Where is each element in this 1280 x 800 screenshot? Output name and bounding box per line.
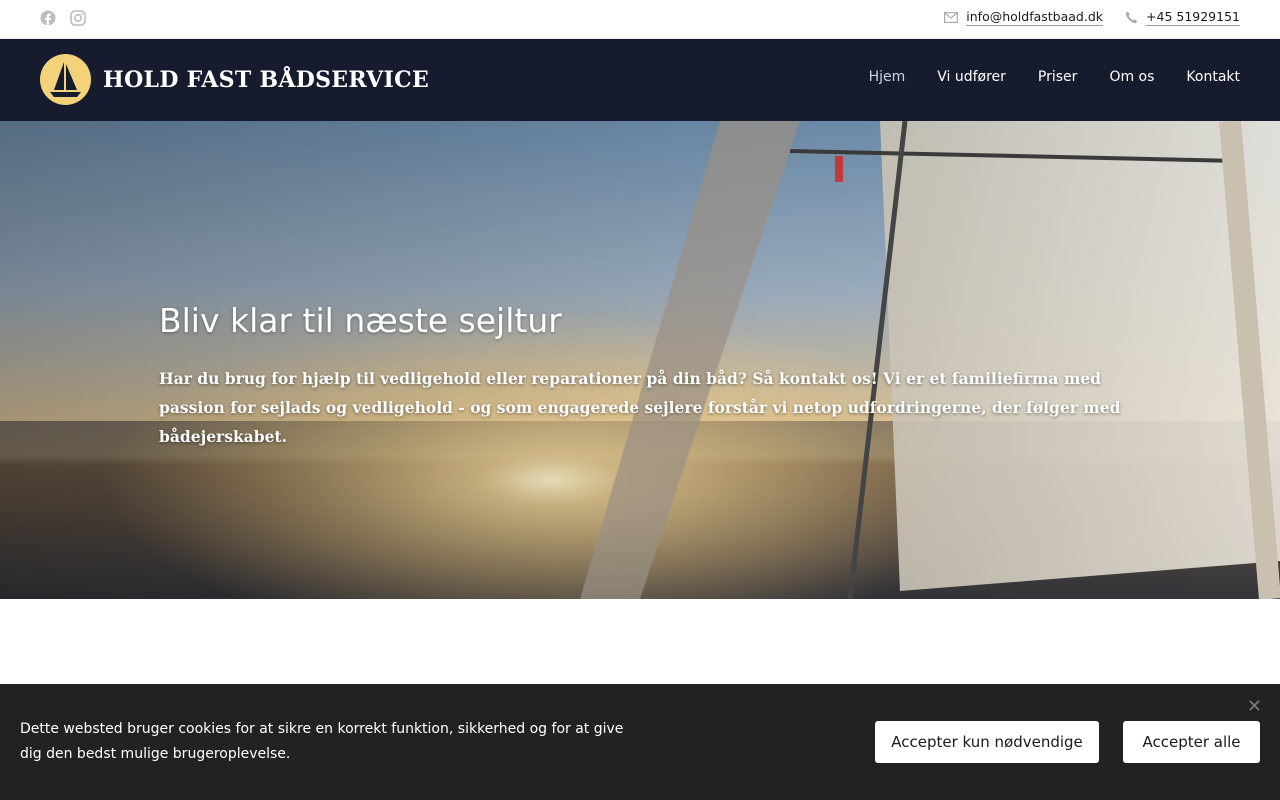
brand-name: HOLD FAST BÅDSERVICE: [103, 66, 430, 93]
nav-item-priser[interactable]: Priser: [1038, 69, 1078, 85]
hero-text: Har du brug for hjælp til vedligehold el…: [159, 369, 1121, 446]
close-icon[interactable]: ✕: [1247, 698, 1262, 716]
site-header: HOLD FAST BÅDSERVICE Hjem Vi udfører Pri…: [0, 39, 1280, 121]
hero-section: Bliv klar til næste sejltur Har du brug …: [0, 121, 1280, 599]
social-links: [40, 10, 86, 26]
nav-item-om-os[interactable]: Om os: [1109, 69, 1154, 85]
cookie-banner: Dette websted bruger cookies for at sikr…: [0, 684, 1280, 800]
email-contact: info@holdfastbaad.dk: [944, 9, 1104, 26]
hero-title: Bliv klar til næste sejltur: [159, 301, 562, 340]
phone-contact: +45 51929151: [1125, 9, 1240, 26]
phone-link[interactable]: +45 51929151: [1146, 9, 1240, 26]
top-contact-bar: info@holdfastbaad.dk +45 51929151: [0, 0, 1280, 39]
main-nav: Hjem Vi udfører Priser Om os Kontakt: [869, 69, 1240, 85]
contact-info: info@holdfastbaad.dk +45 51929151: [944, 9, 1240, 26]
phone-icon: [1125, 11, 1138, 24]
instagram-icon[interactable]: [70, 10, 86, 26]
logo[interactable]: HOLD FAST BÅDSERVICE: [40, 54, 429, 105]
nav-item-kontakt[interactable]: Kontakt: [1186, 69, 1240, 85]
cookie-text: Dette websted bruger cookies for at sikr…: [20, 721, 624, 762]
sailboat-logo-icon: [40, 54, 91, 105]
nav-item-vi-udforer[interactable]: Vi udfører: [937, 69, 1006, 85]
email-link[interactable]: info@holdfastbaad.dk: [966, 9, 1104, 26]
facebook-icon[interactable]: [40, 10, 56, 26]
accept-all-button[interactable]: Accepter alle: [1123, 721, 1260, 763]
hero-background-image: [0, 121, 1280, 599]
accept-necessary-button[interactable]: Accepter kun nødvendige: [875, 721, 1099, 763]
mail-icon: [944, 12, 959, 23]
nav-item-hjem[interactable]: Hjem: [869, 69, 906, 85]
